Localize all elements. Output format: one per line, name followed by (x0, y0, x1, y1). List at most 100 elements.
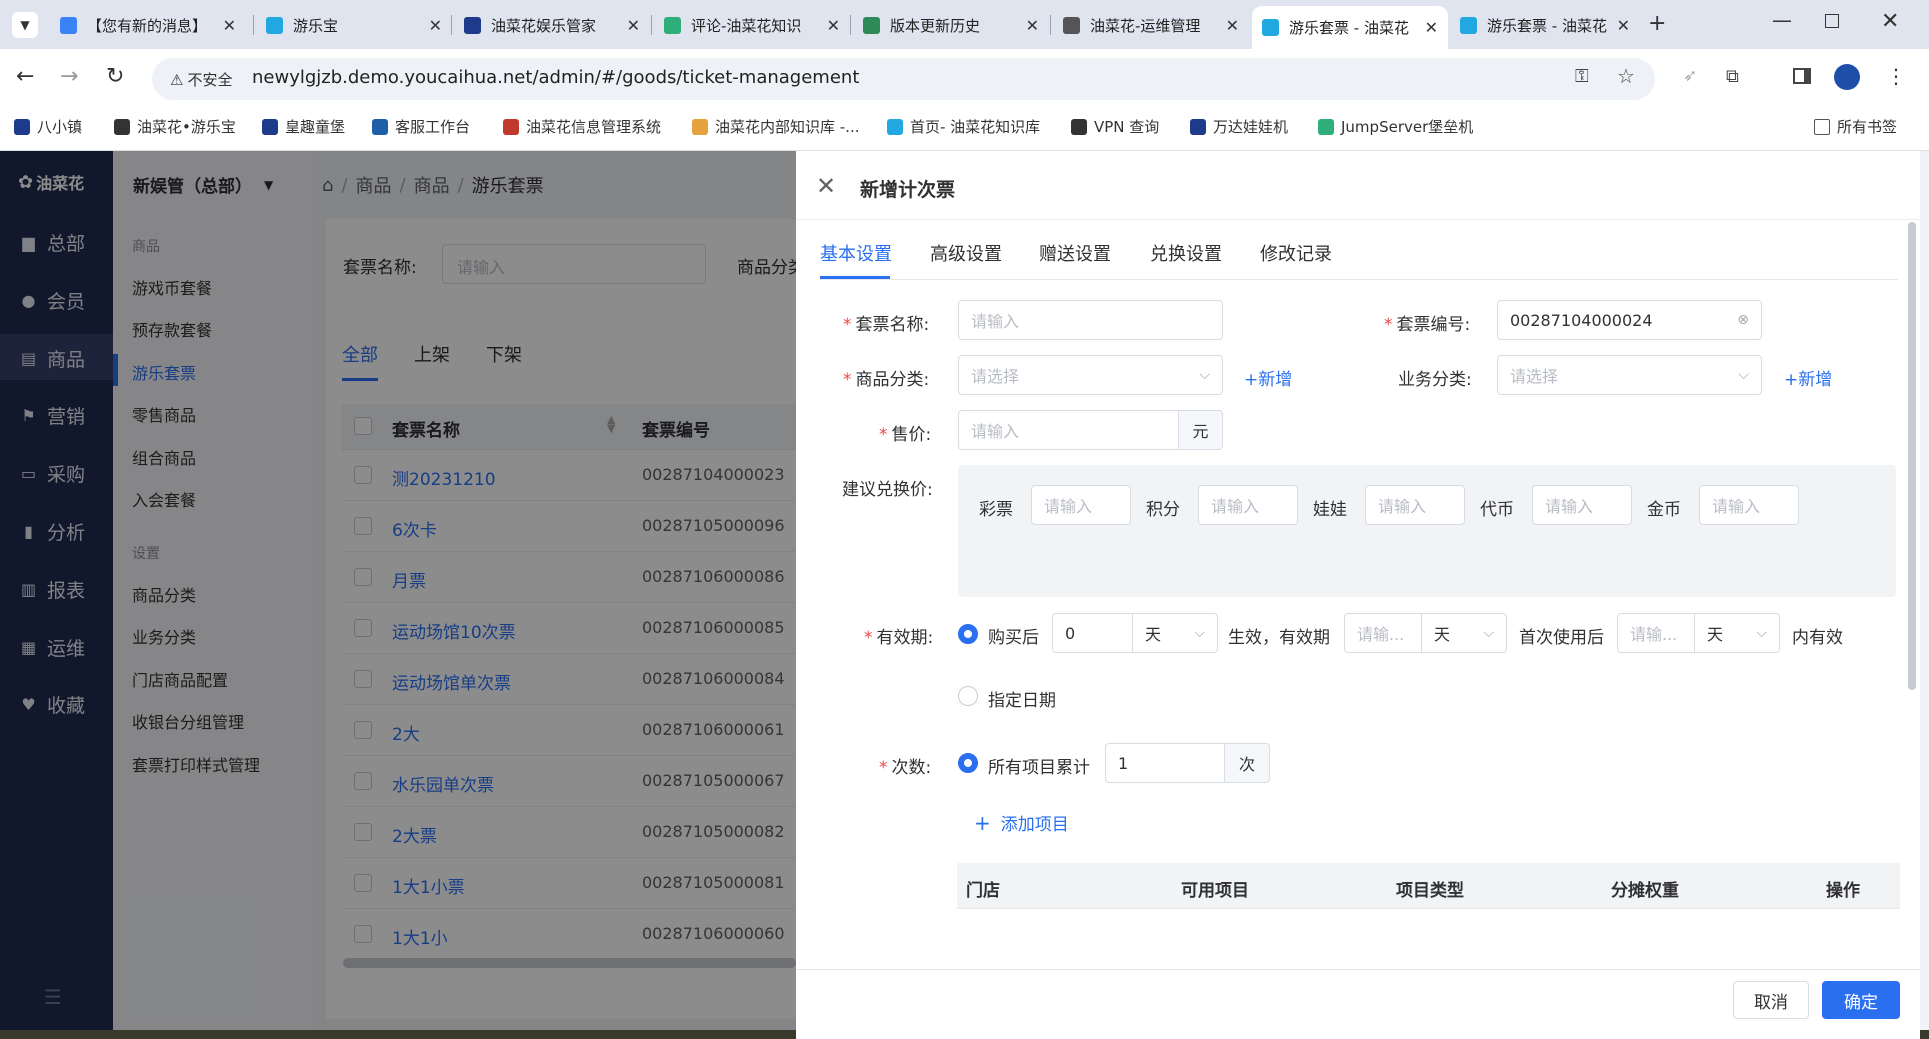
valid-period-unit[interactable]: 天 ⌵ (1421, 613, 1507, 653)
browser-tab[interactable]: 油菜花娱乐管家 ✕ (454, 7, 650, 43)
drawer-tab[interactable]: 赠送设置 (1039, 240, 1111, 266)
items-column-header: 操作 (1826, 881, 1860, 901)
browser-tab[interactable]: 油菜花-运维管理 ✕ (1053, 7, 1249, 43)
drawer-tab[interactable]: 修改记录 (1260, 240, 1332, 266)
back-icon[interactable]: ← (16, 64, 34, 89)
close-icon[interactable]: ✕ (816, 172, 836, 200)
browser-tab[interactable]: 游乐套票 - 油菜花 ✕ (1450, 7, 1640, 43)
tab-close-icon[interactable]: ✕ (1617, 16, 1630, 35)
bookmark-label: 油菜花内部知识库 -... (715, 118, 860, 136)
bookmark-item[interactable]: 客服工作台 (372, 116, 470, 137)
reload-icon[interactable]: ↻ (106, 64, 124, 89)
bookmark-icon (503, 118, 519, 135)
tab-close-icon[interactable]: ✕ (827, 16, 840, 35)
first-use-input[interactable]: 请输... (1617, 613, 1695, 653)
bookmark-icon (887, 118, 903, 135)
exchange-input[interactable]: 请输入 (1532, 485, 1632, 525)
price-input[interactable]: 请输入 (958, 410, 1179, 450)
bookmark-item[interactable]: VPN 查询 (1071, 116, 1159, 137)
drawer-tab[interactable]: 兑换设置 (1150, 240, 1222, 266)
bookmark-label: 万达娃娃机 (1213, 118, 1289, 136)
tab-close-icon[interactable]: ✕ (1026, 16, 1039, 35)
drawer-scrollbar[interactable] (1908, 222, 1916, 690)
cancel-button[interactable]: 取消 (1733, 981, 1809, 1019)
browser-tab[interactable]: 游乐宝 ✕ (256, 7, 452, 43)
biz-category-select[interactable]: 请选择 ⌵ (1497, 355, 1762, 395)
radio-all-items[interactable] (958, 753, 978, 773)
more-menu-icon[interactable]: ⋮ (1886, 64, 1906, 88)
star-icon[interactable]: ☆ (1617, 64, 1635, 88)
folder-icon (1814, 118, 1830, 135)
exchange-input-placeholder: 请输入 (1378, 497, 1427, 516)
browser-tab[interactable]: 版本更新历史 ✕ (853, 7, 1049, 43)
security-indicator[interactable]: ⚠ 不安全 (170, 69, 232, 90)
items-column-header: 分摊权重 (1611, 881, 1679, 901)
exchange-input[interactable]: 请输入 (1365, 485, 1465, 525)
name-label: * 套票名称: (843, 315, 930, 335)
tab-close-icon[interactable]: ✕ (1425, 18, 1438, 37)
valid-period-input[interactable]: 请输... (1344, 613, 1422, 653)
exchange-input[interactable]: 请输入 (1699, 485, 1799, 525)
first-use-unit[interactable]: 天 ⌵ (1694, 613, 1780, 653)
browser-tab[interactable]: 评论-油菜花知识 ✕ (654, 7, 850, 43)
clear-icon[interactable]: ⊗ (1737, 312, 1749, 328)
category-select[interactable]: 请选择 ⌵ (958, 355, 1223, 395)
exchange-input[interactable]: 请输入 (1198, 485, 1298, 525)
bookmark-item[interactable]: 油菜花•游乐宝 (114, 116, 236, 137)
bookmark-label: JumpServer堡垒机 (1341, 118, 1474, 136)
close-window-icon[interactable]: ✕ (1881, 9, 1899, 34)
code-input[interactable]: 00287104000024 ⊗ (1497, 300, 1762, 340)
bookmark-item[interactable]: JumpServer堡垒机 (1318, 116, 1473, 137)
add-category-link[interactable]: +新增 (1244, 365, 1292, 390)
profile-avatar[interactable] (1834, 64, 1860, 90)
minimize-icon[interactable]: — (1772, 8, 1792, 32)
restore-icon[interactable] (1825, 14, 1839, 28)
all-bookmarks[interactable]: 所有书签 (1814, 116, 1897, 137)
days-unit-select[interactable]: 天 ⌵ (1132, 613, 1218, 653)
all-bookmarks-label: 所有书签 (1837, 118, 1898, 136)
drawer-tab[interactable]: 高级设置 (930, 240, 1002, 266)
add-item-button[interactable]: + 添加项目 (974, 810, 1069, 836)
bookmark-item[interactable]: 油菜花信息管理系统 (503, 116, 661, 137)
tab-separator (253, 15, 254, 35)
bookmark-item[interactable]: 首页- 油菜花知识库 (887, 116, 1040, 137)
browser-tab[interactable]: 游乐套票 - 油菜花 ✕ (1252, 6, 1448, 49)
count-input[interactable]: 1 (1105, 743, 1225, 783)
count-unit: 次 (1224, 743, 1270, 783)
drawer-tab[interactable]: 基本设置 (820, 240, 892, 266)
extension-icon[interactable]: ➶ (1683, 66, 1697, 86)
days-input[interactable]: 0 (1052, 613, 1133, 653)
name-input[interactable]: 请输入 (958, 300, 1223, 340)
bookmark-icon (1318, 118, 1334, 135)
tab-close-icon[interactable]: ✕ (429, 16, 442, 35)
tab-search-icon[interactable]: ▼ (12, 12, 38, 38)
items-column-header: 门店 (966, 881, 1000, 901)
puzzle-icon[interactable]: ⧉ (1726, 66, 1739, 87)
favicon-icon (464, 16, 481, 34)
sidepanel-icon[interactable] (1793, 68, 1811, 84)
tab-close-icon[interactable]: ✕ (627, 16, 640, 35)
bookmark-item[interactable]: 万达娃娃机 (1190, 116, 1288, 137)
new-tab-icon[interactable]: + (1648, 11, 1666, 36)
bookmark-icon (262, 118, 278, 135)
key-icon[interactable]: ⚿ (1575, 66, 1589, 87)
bookmark-item[interactable]: 油菜花内部知识库 -... (692, 116, 860, 137)
bookmark-icon (692, 118, 708, 135)
bookmark-item[interactable]: 八小镇 (14, 116, 82, 137)
browser-tab-title: 【您有新的消息】 (87, 16, 208, 35)
exchange-label: 彩票 (979, 500, 1013, 520)
drawer-divider (796, 219, 1920, 220)
tab-close-icon[interactable]: ✕ (1226, 16, 1239, 35)
forward-icon[interactable]: → (60, 64, 78, 89)
browser-tab-title: 游乐套票 - 油菜花 (1289, 19, 1409, 37)
tab-close-icon[interactable]: ✕ (223, 16, 236, 35)
url-text[interactable]: newylgjzb.demo.youcaihua.net/admin/#/goo… (252, 67, 859, 88)
radio-after-purchase[interactable] (958, 624, 978, 644)
exchange-input[interactable]: 请输入 (1031, 485, 1131, 525)
bookmark-item[interactable]: 皇趣童堡 (262, 116, 345, 137)
add-biz-category-link[interactable]: +新增 (1784, 365, 1832, 390)
modal-overlay[interactable] (0, 151, 796, 1039)
browser-tab[interactable]: 【您有新的消息】 ✕ (50, 7, 246, 43)
radio-specify-date[interactable] (958, 686, 978, 706)
confirm-button[interactable]: 确定 (1822, 981, 1900, 1019)
